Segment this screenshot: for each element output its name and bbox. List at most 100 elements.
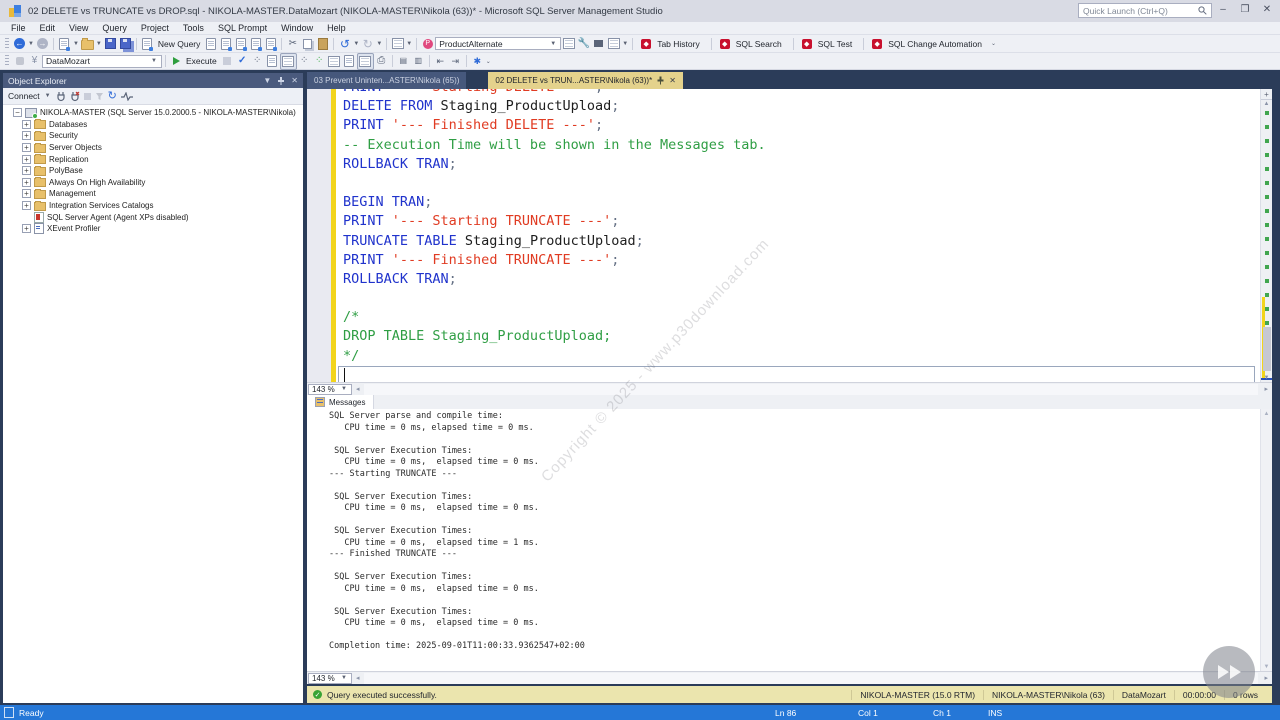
snippet-icon[interactable] [591, 36, 606, 51]
menu-help[interactable]: Help [320, 23, 353, 33]
close-icon[interactable]: ✕ [669, 76, 676, 85]
dmx-query-icon[interactable] [233, 36, 248, 51]
tree-expander-icon[interactable]: − [13, 108, 22, 117]
new-query-button[interactable]: New Query [158, 39, 201, 49]
messages-zoom-control[interactable]: 143 % ▼ [308, 673, 352, 684]
tree-expander-icon[interactable]: + [22, 189, 31, 198]
editor-vertical-scrollbar[interactable]: + ▲ ▼ [1260, 89, 1272, 382]
minimize-button[interactable]: – [1212, 0, 1234, 18]
client-stats-icon[interactable] [327, 54, 342, 69]
messages-hscroll-track[interactable] [364, 673, 1259, 684]
prompt-options-icon[interactable] [606, 36, 621, 51]
stop-icon[interactable] [84, 93, 91, 100]
menu-window[interactable]: Window [274, 23, 320, 33]
tree-item-integration-services-catalogs[interactable]: +Integration Services Catalogs [3, 200, 303, 212]
activity-monitor-icon[interactable] [121, 92, 133, 101]
refresh-icon[interactable]: ↻ [108, 91, 117, 102]
editor-hscroll-track[interactable] [364, 384, 1259, 395]
xmla-query-icon[interactable] [248, 36, 263, 51]
results-file-icon[interactable]: ⎙ [374, 54, 389, 69]
tree-item-xevent-profiler[interactable]: +XEvent Profiler [3, 223, 303, 235]
code-editor[interactable]: PRINT '--- Starting DELETE ---';DELETE F… [307, 89, 1272, 382]
prompt-overflow-caret-icon[interactable]: ▼ [622, 41, 628, 47]
connect-button[interactable]: Connect [8, 91, 40, 101]
object-explorer-header[interactable]: Object Explorer ▼ ✕ [3, 73, 303, 88]
connect-caret-icon[interactable]: ▼ [45, 93, 51, 99]
database-combo[interactable]: DataMozart ▼ [42, 55, 162, 68]
tree-item-databases[interactable]: +Databases [3, 119, 303, 131]
tree-expander-icon[interactable]: + [22, 155, 31, 164]
pin-icon[interactable] [277, 76, 285, 85]
toolbar-extra-caret-icon[interactable]: ▼ [406, 41, 412, 47]
results-grid-icon[interactable] [357, 53, 374, 70]
redgate-overflow-icon[interactable]: ⌄ [991, 40, 996, 47]
tree-expander-icon[interactable]: + [22, 224, 31, 233]
tree-item-management[interactable]: +Management [3, 188, 303, 200]
change-connection-icon[interactable]: ¥ [27, 54, 42, 69]
query-options-icon[interactable] [265, 54, 280, 69]
uncomment-icon[interactable]: ▥ [411, 54, 426, 69]
undo-icon[interactable]: ↺ [337, 36, 352, 51]
tree-expander-icon[interactable]: + [22, 201, 31, 210]
menu-sql-prompt[interactable]: SQL Prompt [211, 23, 274, 33]
scroll-right-icon[interactable]: ▸ [1260, 385, 1272, 393]
new-file-caret-icon[interactable]: ▼ [73, 41, 79, 47]
restore-button[interactable]: ❐ [1234, 0, 1256, 18]
save-icon[interactable] [103, 36, 118, 51]
scroll-down-icon[interactable]: ▼ [1261, 662, 1272, 671]
menu-file[interactable]: File [4, 23, 33, 33]
connect-icon[interactable] [12, 54, 27, 69]
tree-item-server-objects[interactable]: +Server Objects [3, 142, 303, 154]
sqlprompt-target-combo[interactable]: ProductAlternate ▼ [435, 37, 561, 50]
new-file-icon[interactable] [57, 36, 72, 51]
toolbar-extra-icon[interactable] [390, 36, 405, 51]
editor-zoom-control[interactable]: 143 % ▼ [308, 384, 352, 395]
tree-expander-icon[interactable]: + [22, 143, 31, 152]
open-file-icon[interactable] [80, 36, 95, 51]
tree-expander-icon[interactable]: + [22, 178, 31, 187]
close-button[interactable]: ✕ [1256, 0, 1278, 18]
include-actual-plan-icon[interactable]: ⁘ [297, 54, 312, 69]
comment-icon[interactable]: ▤ [396, 54, 411, 69]
tab-02-delete[interactable]: 02 DELETE vs TRUN...ASTER\Nikola (63))* … [488, 72, 682, 89]
tab-messages[interactable]: Messages [307, 395, 374, 409]
scroll-up-icon[interactable]: ▲ [1261, 409, 1272, 418]
tree-expander-icon[interactable]: + [22, 131, 31, 140]
menu-tools[interactable]: Tools [176, 23, 211, 33]
toolbar-button-sql-test[interactable]: ◆SQL Test [797, 39, 861, 49]
redo-caret-icon[interactable]: ▼ [376, 41, 382, 47]
nav-back-caret-icon[interactable]: ▼ [28, 41, 34, 47]
disconnect-icon[interactable] [70, 91, 80, 102]
database-engine-query-icon[interactable] [203, 36, 218, 51]
sqlcmd-mode-icon[interactable]: ✱ [470, 54, 485, 69]
tree-item-nikola-master-sql-server-15-0-[interactable]: −NIKOLA-MASTER (SQL Server 15.0.2000.5 -… [3, 107, 303, 119]
nav-back-icon[interactable]: ← [12, 36, 27, 51]
toolbar-button-tab-history[interactable]: ◆Tab History [636, 39, 708, 49]
scroll-left-icon[interactable]: ◂ [352, 674, 364, 682]
redo-icon[interactable]: ↻ [360, 36, 375, 51]
scrollbar-thumb[interactable] [1263, 327, 1271, 371]
toolbar-grip[interactable] [5, 55, 9, 67]
pin-icon[interactable] [657, 76, 664, 85]
copy-icon[interactable] [300, 36, 315, 51]
parse-query-icon[interactable]: ✓ [235, 54, 250, 69]
toolbar-button-sql-search[interactable]: ◆SQL Search [715, 39, 790, 49]
menu-project[interactable]: Project [134, 23, 176, 33]
intellisense-icon[interactable] [280, 53, 297, 70]
execute-button[interactable]: Execute [186, 56, 217, 66]
tree-item-polybase[interactable]: +PolyBase [3, 165, 303, 177]
messages-vertical-scrollbar[interactable]: ▲ ▼ [1260, 409, 1272, 671]
window-menu-caret-icon[interactable]: ▼ [263, 76, 271, 85]
paste-icon[interactable] [315, 36, 330, 51]
outdent-icon[interactable]: ⇤ [433, 54, 448, 69]
messages-pane[interactable]: SQL Server parse and compile time: CPU t… [307, 409, 1272, 671]
menu-edit[interactable]: Edit [33, 23, 63, 33]
format-sql-icon[interactable] [561, 36, 576, 51]
mdx-query-icon[interactable] [218, 36, 233, 51]
undo-caret-icon[interactable]: ▼ [353, 41, 359, 47]
cancel-query-icon[interactable] [220, 54, 235, 69]
toolbar-button-sql-change-automation[interactable]: ◆SQL Change Automation [867, 39, 990, 49]
tab-03-prevent[interactable]: 03 Prevent Uninten...ASTER\Nikola (65)) [307, 72, 466, 89]
toolbar-overflow-icon[interactable]: ⌄ [486, 58, 491, 65]
indent-icon[interactable]: ⇥ [448, 54, 463, 69]
